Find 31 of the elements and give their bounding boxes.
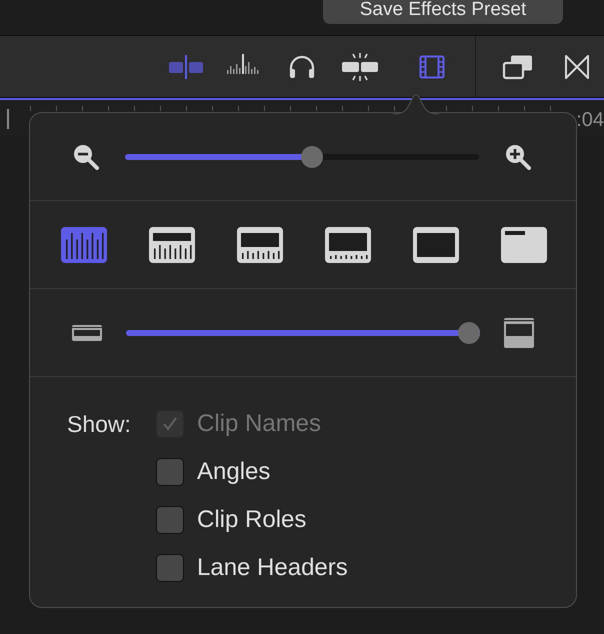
save-effects-preset-button[interactable]: Save Effects Preset: [323, 0, 563, 24]
slider-thumb[interactable]: [300, 146, 323, 168]
zoom-out-icon[interactable]: [72, 142, 100, 170]
slider[interactable]: [125, 146, 479, 168]
zoom-in-icon[interactable]: [504, 142, 532, 170]
skimming-icon[interactable]: [168, 54, 204, 80]
slider[interactable]: [126, 322, 480, 344]
bowtie-icon[interactable]: [564, 54, 590, 80]
clip-appearance-icon[interactable]: [501, 226, 547, 262]
checkbox[interactable]: [156, 554, 184, 582]
checkbox-label[interactable]: Lane Headers: [184, 554, 576, 582]
timecode: :04: [576, 109, 604, 132]
playhead-marker: [7, 109, 9, 129]
checkbox[interactable]: [156, 458, 184, 486]
short-clip-icon[interactable]: [72, 324, 102, 340]
headphones-icon[interactable]: [287, 54, 317, 80]
clip-appearance-icon[interactable]: [149, 226, 195, 262]
slider-thumb[interactable]: [458, 322, 480, 344]
checkbox-label[interactable]: Angles: [184, 458, 576, 486]
filmstrip-icon[interactable]: [419, 54, 445, 78]
clip-appearance-icon[interactable]: [413, 226, 459, 262]
checkbox[interactable]: [156, 506, 184, 534]
show-label: Show:: [67, 410, 132, 438]
windows-icon[interactable]: [502, 54, 534, 80]
checkmark-icon: [161, 415, 179, 433]
clip-appearance-icon[interactable]: [325, 226, 371, 262]
checkbox-label[interactable]: Clip Roles: [184, 506, 576, 534]
clip-appearance-icon[interactable]: [237, 226, 283, 262]
clip-appearance-icon[interactable]: [61, 226, 107, 262]
snapping-icon[interactable]: [341, 52, 379, 80]
tall-clip-icon[interactable]: [504, 318, 534, 348]
